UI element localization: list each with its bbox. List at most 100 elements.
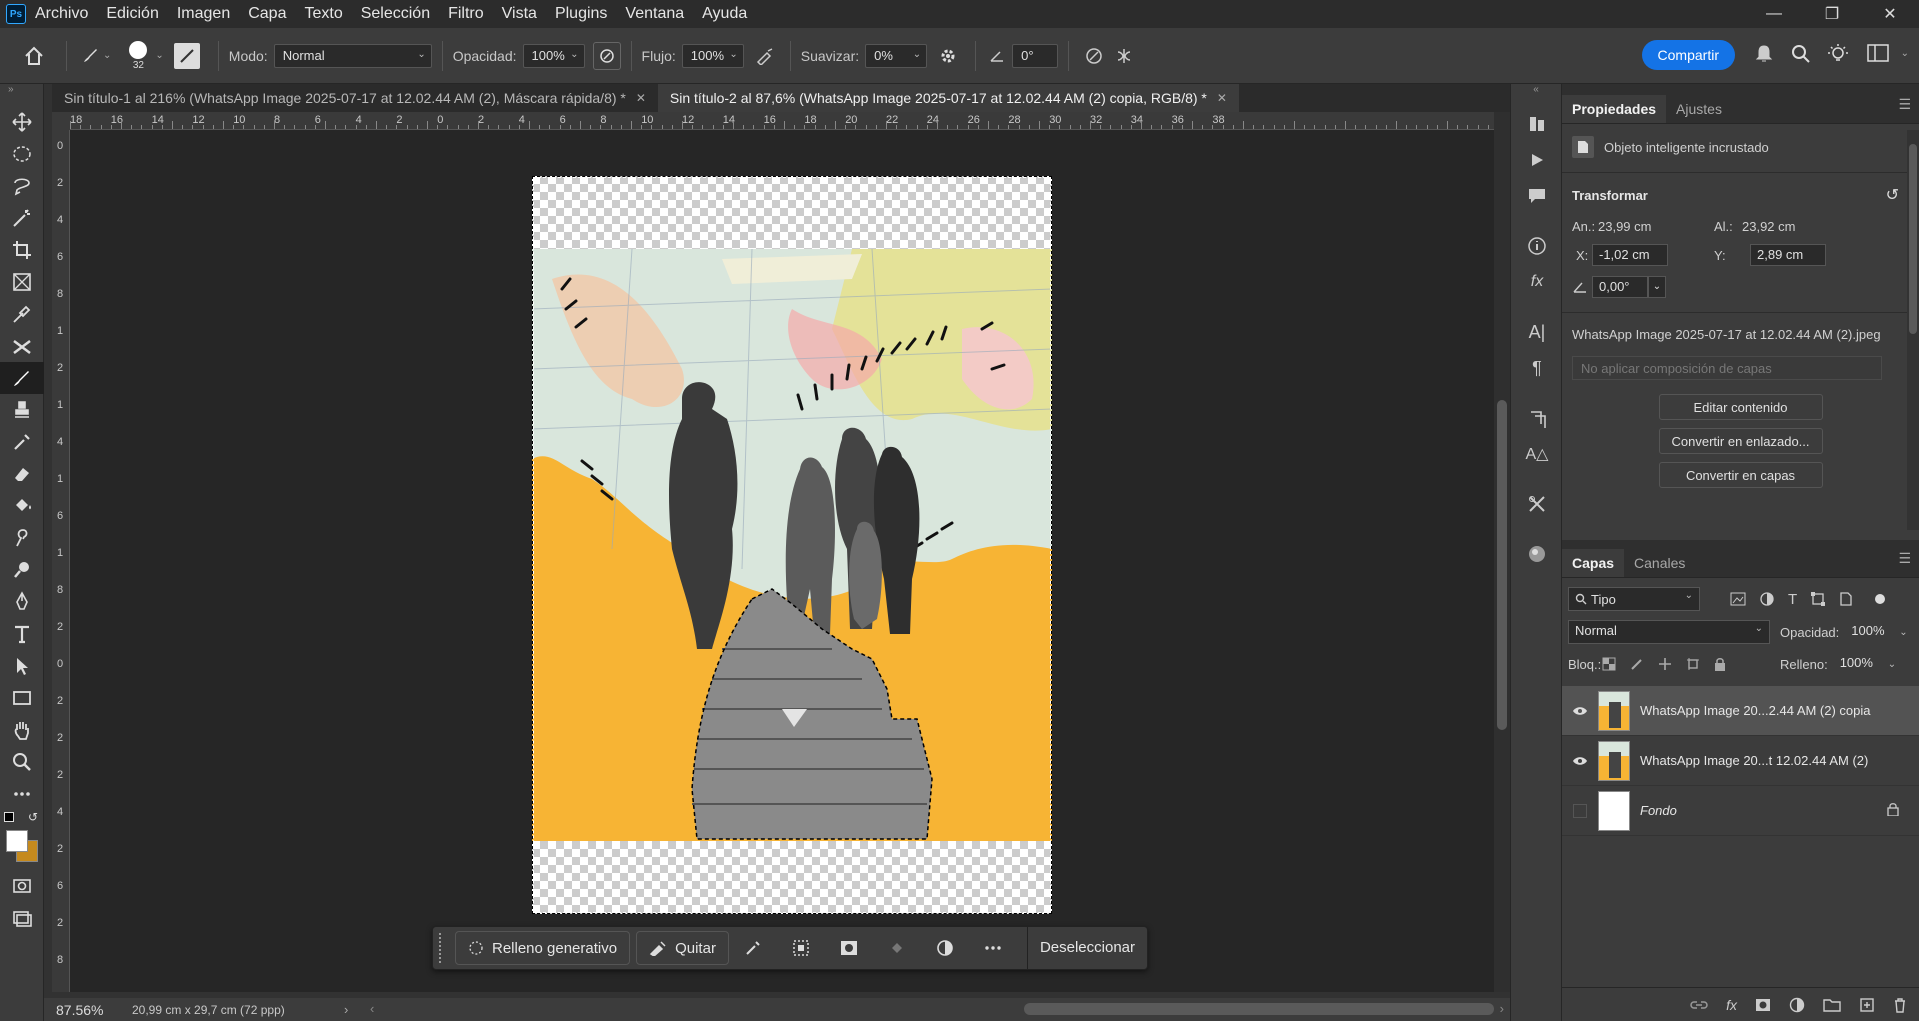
info-icon[interactable] — [1511, 228, 1563, 264]
move-tool-icon[interactable] — [0, 106, 44, 138]
menu-vista[interactable]: Vista — [493, 0, 546, 28]
lock-pixels-icon[interactable] — [1630, 657, 1644, 671]
menu-plugins[interactable]: Plugins — [546, 0, 616, 28]
mask-icon[interactable] — [825, 931, 873, 965]
collapse-icon[interactable]: « — [1511, 84, 1561, 106]
history-icon[interactable] — [1511, 106, 1563, 142]
vertical-ruler[interactable]: 0 2 4 6 8 1 2 1 4 1 6 1 8 2 0 2 2 2 4 2 6 2 8 — [52, 130, 70, 992]
modify-selection-icon[interactable] — [729, 931, 777, 965]
hand-tool-icon[interactable] — [0, 714, 44, 746]
history-brush-icon[interactable] — [0, 426, 44, 458]
layer-comp-select[interactable]: No aplicar composición de capas — [1572, 356, 1882, 380]
filter-type-icon[interactable]: T — [1788, 591, 1797, 608]
deselect-button[interactable]: Deseleccionar — [1026, 926, 1147, 970]
scroll-thumb[interactable] — [1909, 144, 1917, 334]
comments-icon[interactable] — [1511, 178, 1563, 214]
close-icon[interactable]: ✕ — [1217, 84, 1227, 112]
text-tool-icon[interactable] — [0, 618, 44, 650]
foreground-color-swatch[interactable] — [6, 830, 28, 852]
lock-all-icon[interactable] — [1714, 657, 1726, 671]
properties-scrollbar[interactable] — [1907, 130, 1919, 530]
tab-document-2[interactable]: Sin título-2 al 87,6% (WhatsApp Image 20… — [657, 84, 1239, 112]
mode-select[interactable]: Normal ⌄ — [273, 43, 432, 68]
more-options-icon[interactable] — [969, 931, 1017, 965]
add-mask-icon[interactable] — [1755, 998, 1771, 1012]
panel-menu-icon[interactable]: ☰ — [1898, 96, 1911, 113]
close-icon[interactable]: ✕ — [636, 84, 646, 112]
panel-menu-icon[interactable]: ☰ — [1898, 550, 1911, 567]
height-value[interactable]: 23,92 cm — [1736, 219, 1795, 234]
angle-field[interactable]: 0,00° — [1592, 276, 1648, 298]
chevron-down-icon[interactable]: ⌄ — [155, 50, 163, 61]
more-tools-icon[interactable] — [0, 778, 44, 810]
color-swatches[interactable]: ↺ — [0, 810, 43, 870]
remove-button[interactable]: Quitar — [636, 931, 729, 965]
fill-selection-icon[interactable] — [873, 931, 921, 965]
magic-wand-icon[interactable] — [0, 202, 44, 234]
smudge-icon[interactable] — [0, 522, 44, 554]
chevron-right-icon[interactable]: › — [344, 1002, 364, 1017]
layer-row[interactable]: Fondo — [1562, 786, 1919, 836]
link-layers-icon[interactable] — [1690, 1000, 1708, 1010]
screen-mode-icon[interactable] — [0, 902, 44, 934]
close-icon[interactable]: ✕ — [1861, 0, 1919, 28]
menu-edicion[interactable]: Edición — [97, 0, 167, 28]
brush-settings-icon[interactable] — [173, 42, 200, 69]
menu-filtro[interactable]: Filtro — [439, 0, 493, 28]
layer-opacity-value[interactable]: 100% — [1845, 621, 1899, 643]
trash-icon[interactable] — [1893, 997, 1907, 1013]
zoom-tool-icon[interactable] — [0, 746, 44, 778]
canvas-area[interactable] — [70, 130, 1494, 992]
layer-row[interactable]: WhatsApp Image 20...t 12.02.44 AM (2) — [1562, 736, 1919, 786]
tab-channels[interactable]: Canales — [1624, 549, 1695, 577]
scroll-left-icon[interactable]: ‹ — [370, 1001, 374, 1016]
symmetry-icon[interactable] — [1109, 46, 1139, 66]
chevron-down-icon[interactable]: ⌄ — [1899, 627, 1907, 638]
menu-capa[interactable]: Capa — [239, 0, 295, 28]
chevron-down-icon[interactable]: ⌄ — [1901, 48, 1909, 59]
smooth-input[interactable]: 0% ⌄ — [865, 43, 928, 68]
color-wheel-icon[interactable] — [1511, 536, 1563, 572]
menu-ayuda[interactable]: Ayuda — [693, 0, 756, 28]
flow-input[interactable]: 100% ⌄ — [681, 43, 744, 68]
pen-tool-icon[interactable] — [0, 586, 44, 618]
character-styles-icon[interactable]: A△ — [1511, 436, 1563, 472]
menu-imagen[interactable]: Imagen — [168, 0, 239, 28]
lock-artboard-icon[interactable] — [1686, 657, 1700, 671]
brush-size-picker[interactable]: 32 — [125, 40, 151, 71]
chevron-down-icon[interactable]: ⌄ — [1648, 276, 1666, 298]
tab-layers[interactable]: Capas — [1562, 549, 1625, 577]
pressure-size-icon[interactable] — [1079, 46, 1109, 66]
bell-icon[interactable] — [1755, 44, 1773, 64]
paragraph-icon[interactable]: ¶ — [1511, 350, 1563, 386]
tab-properties[interactable]: Propiedades — [1562, 95, 1667, 123]
brush-preset-icon[interactable] — [77, 41, 103, 71]
new-group-icon[interactable] — [1823, 998, 1841, 1012]
blend-mode-select[interactable]: Normal ⌄ — [1568, 620, 1770, 644]
lock-position-icon[interactable] — [1658, 657, 1672, 671]
convert-to-linked-button[interactable]: Convertir en enlazado... — [1658, 428, 1823, 454]
eye-icon[interactable] — [1562, 756, 1598, 766]
swap-colors-icon[interactable]: ↺ — [28, 810, 38, 824]
menu-texto[interactable]: Texto — [295, 0, 351, 28]
reset-transform-icon[interactable]: ↺ — [1886, 185, 1899, 205]
y-field[interactable]: 2,89 cm — [1750, 244, 1826, 266]
new-adjustment-icon[interactable] — [1789, 997, 1805, 1013]
zoom-level[interactable]: 87.56% — [44, 1002, 124, 1018]
eraser-icon[interactable] — [0, 458, 44, 490]
filter-toggle[interactable] — [1875, 594, 1886, 604]
home-icon[interactable] — [12, 34, 56, 78]
layer-name[interactable]: WhatsApp Image 20...t 12.02.44 AM (2) — [1640, 753, 1868, 768]
chevron-down-icon[interactable]: ⌄ — [103, 50, 111, 61]
scroll-thumb[interactable] — [1024, 1003, 1494, 1015]
generative-fill-button[interactable]: Relleno generativo — [455, 931, 631, 965]
spot-healing-icon[interactable] — [0, 330, 44, 362]
visibility-toggle[interactable] — [1562, 803, 1598, 818]
width-value[interactable]: 23,99 cm — [1592, 219, 1714, 234]
menu-seleccion[interactable]: Selección — [352, 0, 439, 28]
rectangle-tool-icon[interactable] — [0, 682, 44, 714]
menu-archivo[interactable]: Archivo — [26, 0, 97, 28]
opacity-input[interactable]: 100% ⌄ — [522, 43, 585, 68]
share-button[interactable]: Compartir — [1641, 40, 1735, 70]
elliptical-marquee-icon[interactable] — [0, 138, 44, 170]
